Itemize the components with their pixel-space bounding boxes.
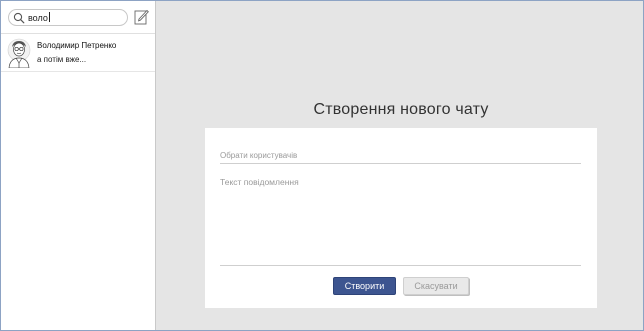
new-chat-dialog: Обрати користувачів Текст повідомлення С… xyxy=(205,128,597,308)
avatar-icon xyxy=(7,38,31,68)
message-placeholder: Текст повідомлення xyxy=(220,177,299,187)
search-value: воло xyxy=(28,12,50,23)
create-button[interactable]: Створити xyxy=(333,277,396,295)
search-row: воло xyxy=(1,1,155,34)
app-window: воло Володимир Петренко а потім вже... С… xyxy=(0,0,644,331)
compose-icon[interactable] xyxy=(134,9,149,25)
text-caret xyxy=(48,12,50,22)
cancel-button[interactable]: Скасувати xyxy=(403,277,469,295)
message-textarea[interactable]: Текст повідомлення xyxy=(220,172,581,266)
search-icon xyxy=(13,12,25,24)
recipients-input[interactable]: Обрати користувачів xyxy=(220,145,581,164)
chat-sidebar: воло Володимир Петренко а потім вже... xyxy=(1,1,156,330)
dialog-title: Створення нового чату xyxy=(313,101,489,118)
recipients-placeholder: Обрати користувачів xyxy=(220,151,298,160)
chat-preview: а потім вже... xyxy=(37,55,87,64)
chat-name: Володимир Петренко xyxy=(37,41,117,50)
search-input[interactable]: воло xyxy=(8,9,128,26)
chat-list-item[interactable]: Володимир Петренко а потім вже... xyxy=(1,34,155,72)
